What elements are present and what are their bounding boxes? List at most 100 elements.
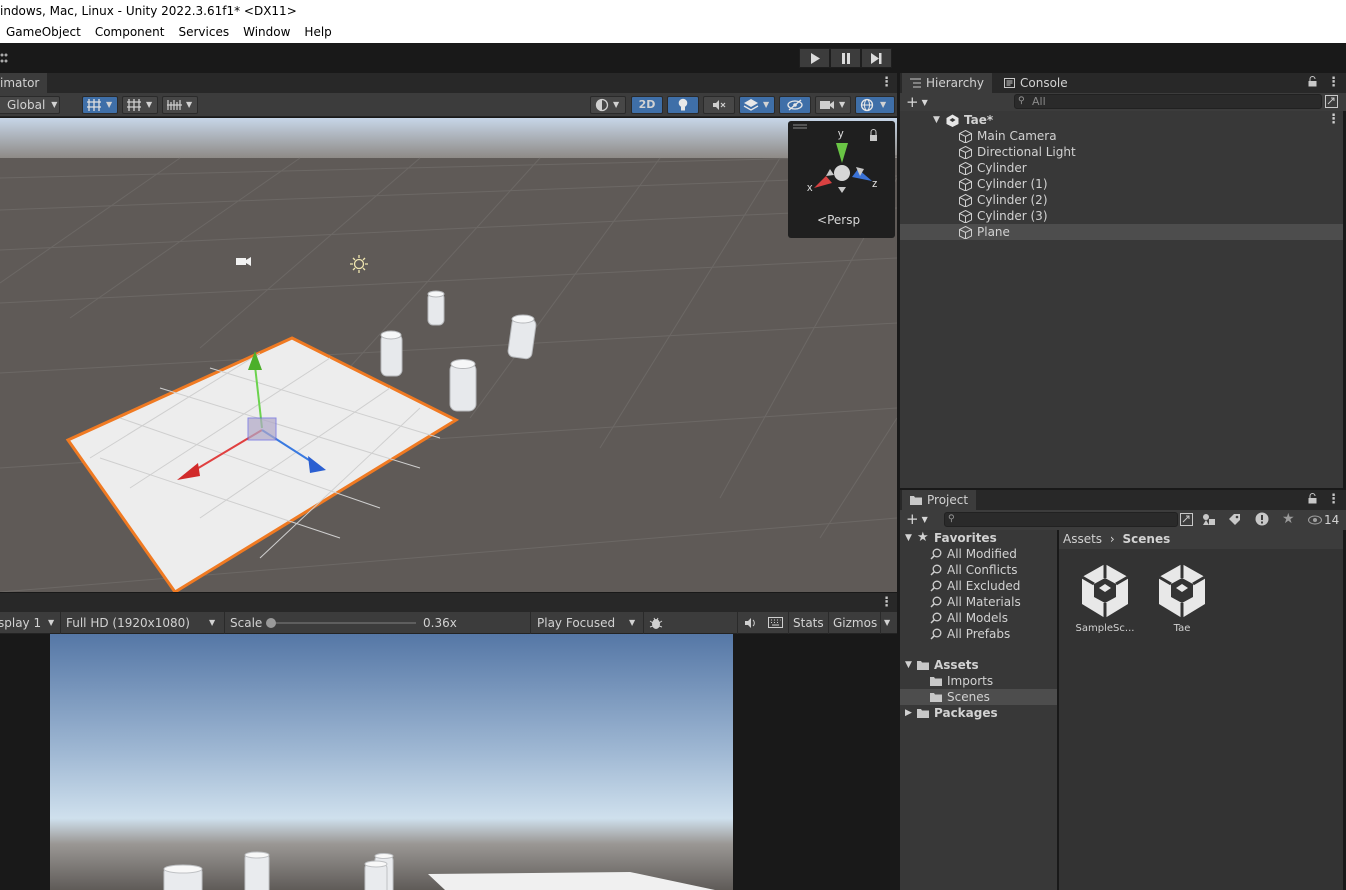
log-filter-icon[interactable] (1255, 512, 1269, 529)
favorite-item[interactable]: All Modified (900, 546, 1057, 562)
search-scope-icon[interactable] (1180, 513, 1193, 529)
project-search-input[interactable]: ⚲ (944, 512, 1178, 527)
favorite-item[interactable]: All Prefabs (900, 626, 1057, 642)
tab-hierarchy[interactable]: Hierarchy (902, 73, 993, 93)
lock-icon[interactable] (1308, 493, 1317, 507)
project-menu-icon[interactable]: ⋮ (1327, 493, 1340, 506)
hierarchy-item[interactable]: Cylinder (3) (900, 208, 1343, 224)
favorite-item-label: All Models (947, 611, 1008, 625)
favorite-item[interactable]: All Excluded (900, 578, 1057, 594)
chevron-down-icon: ▼ (51, 100, 58, 109)
menu-component[interactable]: Component (88, 22, 172, 43)
hidden-objects-toggle[interactable] (779, 96, 811, 114)
lighting-toggle[interactable] (667, 96, 699, 114)
tab-console[interactable]: Console (996, 73, 1076, 93)
gizmos-chevron-down-icon[interactable]: ▼ (880, 612, 896, 634)
favorite-star-icon[interactable]: ★ (1282, 511, 1295, 527)
hierarchy-item-label: Directional Light (977, 145, 1076, 159)
favorite-item[interactable]: All Models (900, 610, 1057, 626)
resolution-dropdown[interactable]: Full HD (1920x1080) ▼ (60, 612, 220, 634)
step-button[interactable] (861, 48, 892, 68)
play-button[interactable] (799, 48, 830, 68)
menu-window[interactable]: Window (236, 22, 297, 43)
breadcrumb-current[interactable]: Scenes (1123, 532, 1171, 546)
pause-button[interactable] (830, 48, 861, 68)
hierarchy-menu-icon[interactable]: ⋮ (1327, 76, 1340, 89)
persp-label: Persp (827, 213, 861, 227)
projection-toggle[interactable]: <Persp (817, 213, 860, 227)
search-icon (930, 596, 942, 608)
favorite-item[interactable]: All Materials (900, 594, 1057, 610)
scale-slider-thumb[interactable] (266, 618, 276, 628)
scene-menu-icon[interactable]: ⋮ (880, 76, 893, 89)
assets-header[interactable]: ▼ Assets (900, 657, 1057, 673)
game-viewport[interactable] (50, 634, 733, 890)
shading-mode-button[interactable]: ▼ (590, 96, 626, 114)
bug-toggle[interactable] (643, 612, 667, 634)
menu-gameobject[interactable]: GameObject (0, 22, 88, 43)
scene-root-row[interactable]: ▼ Tae* ⋮ (900, 112, 1343, 128)
lock-icon[interactable] (1308, 76, 1317, 90)
mute-audio-toggle[interactable] (737, 612, 763, 634)
create-add-icon[interactable]: + ▼ (906, 510, 928, 531)
scene-viewport[interactable] (0, 118, 897, 592)
scene-asset[interactable]: Tae (1147, 560, 1217, 634)
gizmos-toggle[interactable]: Gizmos (828, 612, 880, 634)
asset-folder-item[interactable]: Imports (900, 673, 1057, 689)
gizmos-button[interactable]: ▼ (855, 96, 895, 114)
scene-name: Tae* (964, 113, 994, 127)
search-icon (930, 612, 942, 624)
hierarchy-item-label: Cylinder (977, 161, 1027, 175)
scale-slider-track[interactable] (270, 622, 416, 624)
increment-snap-button[interactable]: ▼ (162, 96, 198, 114)
effects-toggle[interactable]: ▼ (739, 96, 775, 114)
stats-toggle[interactable]: Stats (788, 612, 828, 634)
hierarchy-item[interactable]: Cylinder (2) (900, 192, 1343, 208)
play-mode-dropdown[interactable]: Play Focused ▼ (530, 612, 642, 634)
scene-menu-kebab-icon[interactable]: ⋮ (1327, 112, 1340, 128)
camera-settings-button[interactable]: ▼ (815, 96, 851, 114)
shortcuts-toggle[interactable] (763, 612, 787, 634)
display-dropdown[interactable]: splay 1 ▼ (0, 612, 58, 634)
expand-arrow-icon: ▼ (905, 533, 912, 543)
hierarchy-item[interactable]: Cylinder (1) (900, 176, 1343, 192)
asset-folder-item[interactable]: Scenes (900, 689, 1057, 705)
axis-label-z: z (872, 178, 878, 190)
menu-help[interactable]: Help (297, 22, 338, 43)
hierarchy-item[interactable]: Directional Light (900, 144, 1343, 160)
tab-project[interactable]: Project (902, 490, 977, 510)
hierarchy-item[interactable]: Cylinder (900, 160, 1343, 176)
game-menu-icon[interactable]: ⋮ (880, 596, 893, 609)
packages-header[interactable]: ▶ Packages (900, 705, 1057, 721)
audio-toggle[interactable] (703, 96, 735, 114)
global-dropdown[interactable]: Global ▼ (0, 96, 60, 114)
gameobject-cube-icon (959, 146, 972, 159)
grid-toggle-button[interactable]: ▼ (122, 96, 158, 114)
collapse-arrow-icon: ▶ (905, 708, 912, 718)
hidden-packages-toggle[interactable]: 14 (1308, 513, 1339, 527)
tab-animator[interactable]: imator (0, 73, 48, 93)
scene-asset[interactable]: SampleSc... (1070, 560, 1140, 634)
label-filter-icon[interactable] (1228, 513, 1241, 529)
type-filter-icon[interactable] (1202, 513, 1216, 529)
console-icon (1004, 78, 1015, 88)
video-camera-icon (820, 101, 834, 109)
mode-2d-toggle[interactable]: 2D (631, 96, 663, 114)
play-controls (799, 48, 892, 68)
grid-snap-button[interactable]: ▼ (82, 96, 118, 114)
menu-services[interactable]: Services (171, 22, 236, 43)
window-title: indows, Mac, Linux - Unity 2022.3.61f1* … (0, 0, 1346, 22)
hierarchy-search-input[interactable]: ⚲ All (1014, 94, 1322, 109)
tools-icon[interactable] (0, 51, 10, 65)
hierarchy-item[interactable]: Plane (900, 224, 1343, 240)
assets-label: Assets (934, 658, 979, 672)
favorites-label: Favorites (934, 531, 997, 545)
breadcrumb-root[interactable]: Assets (1063, 532, 1102, 546)
favorite-item[interactable]: All Conflicts (900, 562, 1057, 578)
gameobject-cube-icon (959, 226, 972, 239)
scene-visibility-icon[interactable] (1325, 95, 1338, 111)
hierarchy-item[interactable]: Main Camera (900, 128, 1343, 144)
favorites-header[interactable]: ▼ ★ Favorites (900, 530, 1057, 546)
expand-arrow-icon: ▼ (933, 115, 940, 125)
hierarchy-tree: ▼ Tae* ⋮ Main Camera Directional Light Cyl… (900, 111, 1343, 488)
